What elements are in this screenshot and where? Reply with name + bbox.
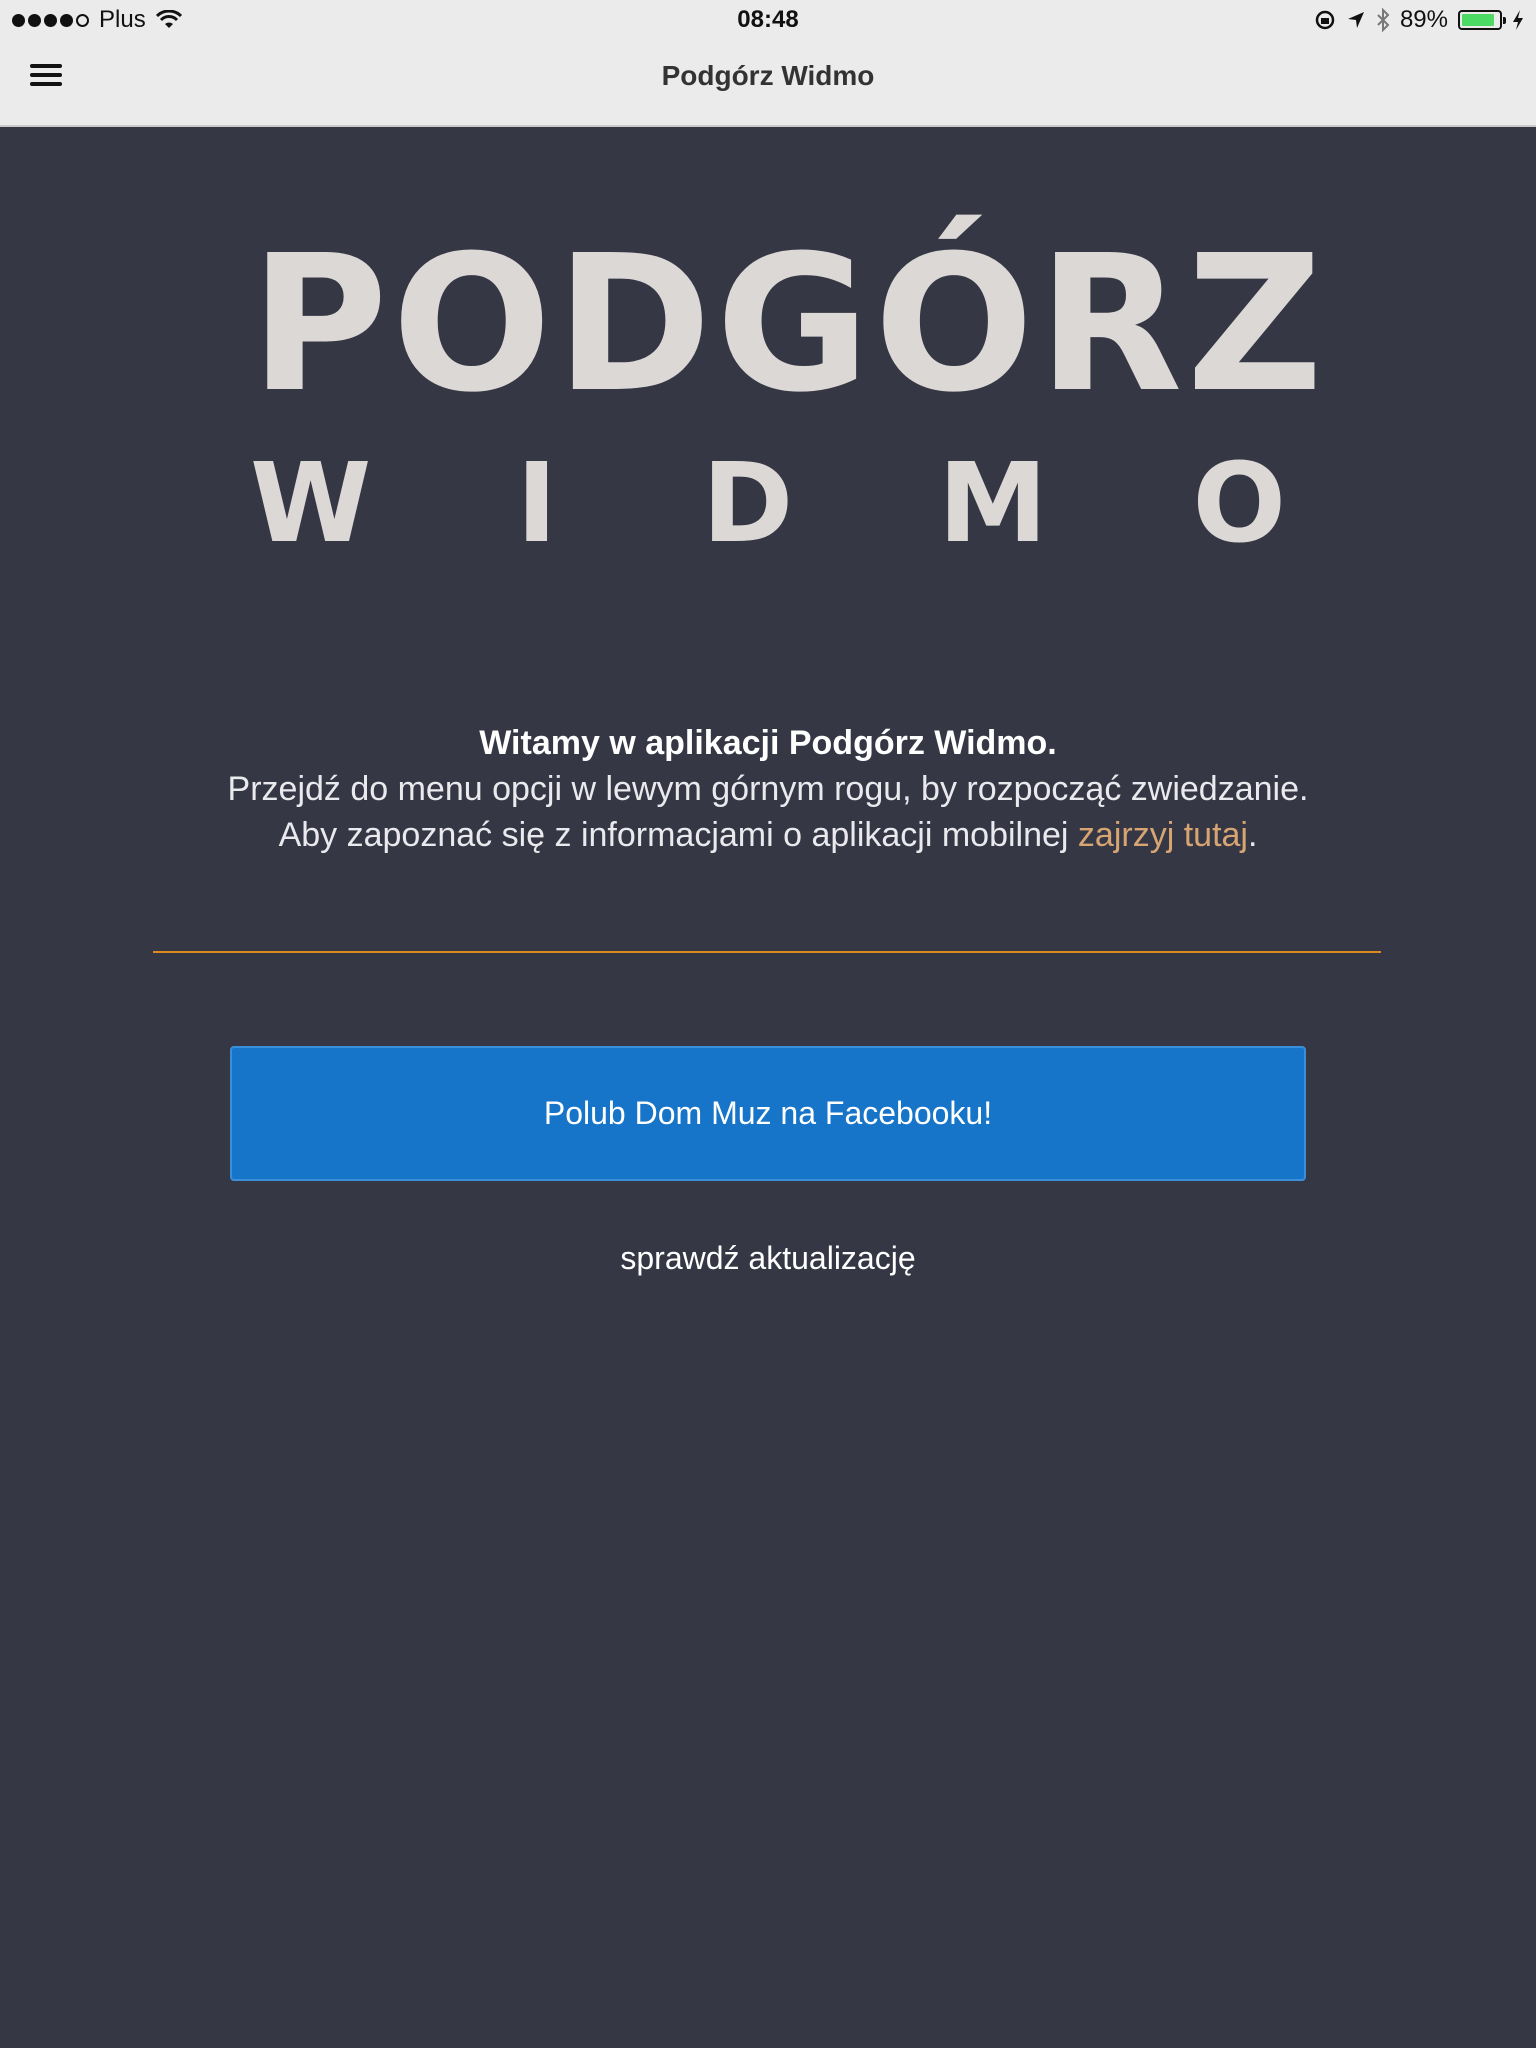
orientation-lock-icon [1315, 10, 1335, 30]
battery-percent: 89% [1399, 6, 1448, 33]
logo-letter: M [938, 439, 1048, 567]
battery-fill [1462, 14, 1495, 26]
bluetooth-icon [1377, 8, 1390, 32]
facebook-like-button[interactable]: Polub Dom Muz na Facebooku! [230, 1046, 1306, 1181]
check-updates-link[interactable]: sprawdź aktualizację [0, 1240, 1536, 1277]
logo-letter: D [701, 439, 794, 567]
charging-bolt-icon [1513, 10, 1523, 30]
logo-line-2: W I D M O [250, 443, 1286, 563]
logo-letter: W [250, 439, 372, 567]
status-time: 08:48 [737, 6, 799, 33]
info-link[interactable]: zajrzyj tutaj [1078, 816, 1248, 854]
page-title: Podgórz Widmo [661, 60, 875, 91]
status-right: 89% [1314, 6, 1524, 34]
divider [153, 951, 1381, 953]
battery-icon [1458, 10, 1506, 30]
welcome-info-line: Aby zapoznać się z informacjami o aplika… [0, 812, 1536, 858]
info-suffix: . [1247, 816, 1258, 854]
welcome-instruction: Przejdź do menu opcji w lewym górnym rog… [227, 770, 1309, 808]
status-bar: Plus 08:48 89% [0, 0, 1536, 40]
info-prefix: Aby zapoznać się z informacjami o aplika… [278, 816, 1078, 854]
logo-letter: I [516, 439, 558, 567]
welcome-headline: Witamy w aplikacji Podgórz Widmo. [479, 724, 1057, 762]
location-arrow-icon [1347, 12, 1364, 28]
app-logo: PODGÓRZ W I D M O [250, 215, 1327, 565]
navigation-bar: Podgórz Widmo [0, 40, 1536, 127]
welcome-text: Witamy w aplikacji Podgórz Widmo. Przejd… [0, 720, 1536, 858]
logo-line-1: PODGÓRZ [250, 215, 1327, 434]
logo-letter: O [1192, 439, 1286, 567]
